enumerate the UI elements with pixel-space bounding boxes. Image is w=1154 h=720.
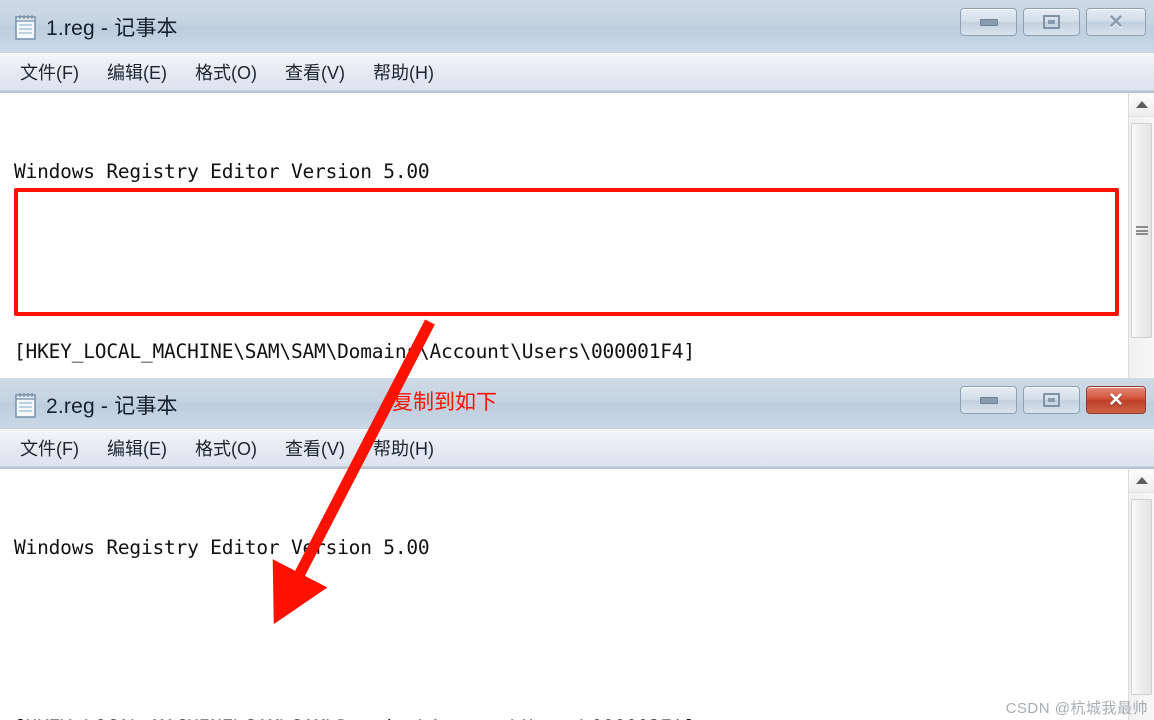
text-line: [HKEY_LOCAL_MACHINE\SAM\SAM\Domains\Acco… — [14, 713, 695, 720]
notepad-icon — [14, 13, 38, 41]
menu-file[interactable]: 文件(F) — [20, 59, 79, 85]
close-button[interactable]: ✕ — [1086, 386, 1146, 414]
notepad-window-2reg: 2.reg - 记事本 ✕ 文件(F) 编辑(E) 格式(O) 查看(V) 帮助… — [0, 378, 1154, 720]
notepad-icon — [14, 391, 38, 419]
scroll-up-button[interactable] — [1129, 93, 1154, 117]
minimize-button[interactable] — [960, 386, 1017, 414]
menu-edit[interactable]: 编辑(E) — [107, 435, 167, 461]
annotation-copy-note: 复制到如下 — [392, 391, 497, 414]
scrollbar-thumb[interactable] — [1131, 123, 1152, 338]
scrollbar-thumb[interactable] — [1131, 499, 1152, 695]
text-area-2reg[interactable]: Windows Registry Editor Version 5.00 [HK… — [0, 467, 1154, 720]
grip-icon — [1135, 226, 1148, 235]
text-line: Windows Registry Editor Version 5.00 — [14, 536, 430, 559]
scroll-up-button[interactable] — [1129, 469, 1154, 493]
menu-view[interactable]: 查看(V) — [285, 435, 345, 461]
close-button[interactable]: ✕ — [1086, 8, 1146, 36]
titlebar-1reg[interactable]: 1.reg - 记事本 ✕ — [0, 0, 1154, 54]
vertical-scrollbar-1reg[interactable] — [1128, 93, 1154, 382]
menu-view[interactable]: 查看(V) — [285, 59, 345, 85]
menu-format[interactable]: 格式(O) — [195, 59, 257, 85]
menu-file[interactable]: 文件(F) — [20, 435, 79, 461]
csdn-watermark: CSDN @杭城我最帅 — [1005, 700, 1148, 717]
close-icon: ✕ — [1108, 11, 1124, 33]
menu-format[interactable]: 格式(O) — [195, 435, 257, 461]
notepad-window-1reg: 1.reg - 记事本 ✕ 文件(F) 编辑(E) 格式(O) 查看(V) 帮助… — [0, 0, 1154, 382]
window-title: 2.reg - 记事本 — [46, 395, 178, 418]
titlebar-2reg[interactable]: 2.reg - 记事本 ✕ — [0, 378, 1154, 430]
text-line: Windows Registry Editor Version 5.00 — [14, 160, 430, 183]
window-controls-1reg: ✕ — [960, 8, 1146, 36]
minimize-icon — [979, 18, 998, 26]
text-area-1reg[interactable]: Windows Registry Editor Version 5.00 [HK… — [0, 91, 1154, 382]
window-title: 1.reg - 记事本 — [46, 17, 178, 40]
text-line: [HKEY_LOCAL_MACHINE\SAM\SAM\Domains\Acco… — [14, 340, 695, 363]
minimize-button[interactable] — [960, 8, 1017, 36]
menubar-2reg: 文件(F) 编辑(E) 格式(O) 查看(V) 帮助(H) — [0, 430, 1154, 467]
menubar-1reg: 文件(F) 编辑(E) 格式(O) 查看(V) 帮助(H) — [0, 54, 1154, 91]
close-icon: ✕ — [1108, 389, 1124, 411]
text-content-2reg: Windows Registry Editor Version 5.00 [HK… — [14, 473, 1124, 720]
maximize-icon — [1043, 15, 1060, 29]
screen: 1.reg - 记事本 ✕ 文件(F) 编辑(E) 格式(O) 查看(V) 帮助… — [0, 0, 1154, 720]
window-controls-2reg: ✕ — [960, 386, 1146, 414]
menu-edit[interactable]: 编辑(E) — [107, 59, 167, 85]
minimize-icon — [979, 396, 998, 404]
vertical-scrollbar-2reg[interactable] — [1128, 469, 1154, 720]
text-content-1reg: Windows Registry Editor Version 5.00 [HK… — [14, 97, 1124, 382]
chevron-up-icon — [1135, 477, 1148, 484]
menu-help[interactable]: 帮助(H) — [373, 435, 434, 461]
maximize-button[interactable] — [1023, 8, 1080, 36]
chevron-up-icon — [1135, 101, 1148, 108]
menu-help[interactable]: 帮助(H) — [373, 59, 434, 85]
maximize-button[interactable] — [1023, 386, 1080, 414]
maximize-icon — [1043, 393, 1060, 407]
